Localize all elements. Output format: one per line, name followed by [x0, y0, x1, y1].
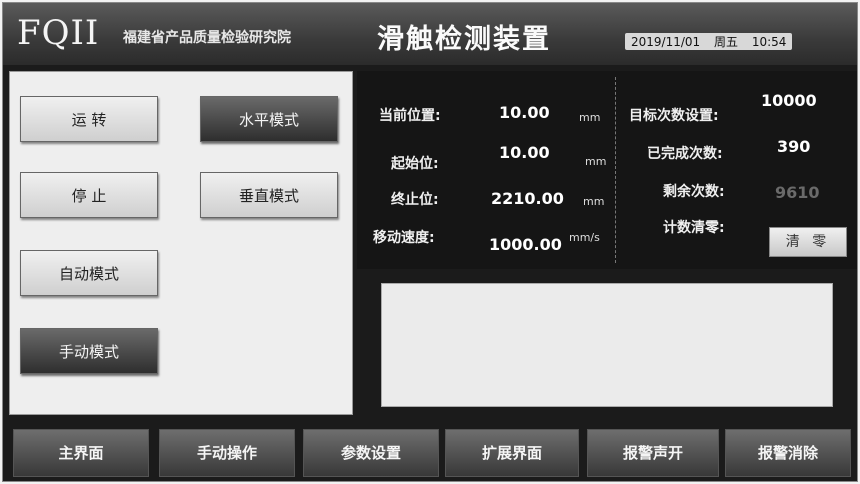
auto-mode-button[interactable]: 自动模式: [20, 250, 158, 296]
completed-count-label: 已完成次数:: [647, 146, 723, 162]
completed-count-value: 390: [777, 137, 811, 156]
target-count-label: 目标次数设置:: [629, 108, 719, 124]
alarm-sound-button[interactable]: 报警声开: [587, 429, 719, 477]
start-position-unit: mm: [585, 155, 607, 168]
speed-unit: mm/s: [569, 231, 600, 244]
nav-extended-interface-button[interactable]: 扩展界面: [445, 429, 579, 477]
count-clear-label: 计数清零:: [663, 220, 725, 236]
organization-name: 福建省产品质量检验研究院: [123, 30, 291, 46]
target-count-value[interactable]: 10000: [761, 91, 817, 110]
page-title: 滑触检测装置: [377, 24, 551, 55]
horizontal-mode-button[interactable]: 水平模式: [200, 96, 338, 142]
start-position-label: 起始位:: [391, 156, 439, 172]
message-display: [381, 283, 833, 407]
alarm-clear-button[interactable]: 报警消除: [725, 429, 851, 477]
stop-button[interactable]: 停 止: [20, 172, 158, 218]
start-position-value[interactable]: 10.00: [499, 143, 550, 162]
time-text: 10:54: [751, 35, 787, 49]
remaining-count-value: 9610: [775, 183, 820, 202]
end-position-value[interactable]: 2210.00: [491, 189, 564, 208]
speed-label: 移动速度:: [373, 230, 435, 246]
header-bar: FQII 福建省产品质量检验研究院 滑触检测装置 2019/11/01 周五 1…: [3, 3, 857, 65]
clear-count-button[interactable]: 清 零: [769, 227, 847, 257]
vertical-mode-button[interactable]: 垂直模式: [200, 172, 338, 218]
date-text: 2019/11/01: [631, 35, 701, 49]
end-position-label: 终止位:: [391, 192, 439, 208]
manual-mode-button[interactable]: 手动模式: [20, 328, 158, 374]
weekday-text: 周五: [714, 35, 739, 49]
status-panel: 当前位置: 10.00 mm 起始位: 10.00 mm 终止位: 2210.0…: [357, 71, 857, 269]
remaining-count-label: 剩余次数:: [663, 184, 725, 200]
run-button[interactable]: 运 转: [20, 96, 158, 142]
current-position-unit: mm: [579, 111, 601, 124]
nav-main-button[interactable]: 主界面: [13, 429, 149, 477]
hmi-screen: FQII 福建省产品质量检验研究院 滑触检测装置 2019/11/01 周五 1…: [2, 2, 858, 482]
nav-manual-operation-button[interactable]: 手动操作: [159, 429, 295, 477]
current-position-value: 10.00: [499, 103, 550, 122]
control-panel: 运 转 水平模式 停 止 垂直模式 自动模式 手动模式: [9, 71, 353, 415]
speed-value[interactable]: 1000.00: [489, 235, 562, 254]
end-position-unit: mm: [583, 195, 605, 208]
nav-parameter-settings-button[interactable]: 参数设置: [303, 429, 439, 477]
panel-divider: [615, 77, 616, 263]
current-position-label: 当前位置:: [379, 108, 441, 124]
datetime-display: 2019/11/01 周五 10:54: [625, 33, 793, 50]
brand-logo: FQII: [17, 13, 100, 53]
